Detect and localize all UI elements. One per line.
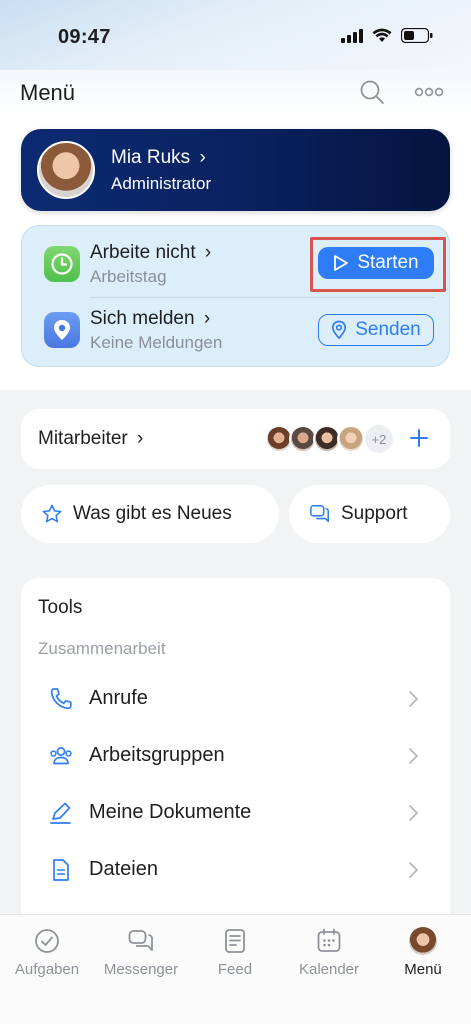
chevron-right-icon <box>409 691 418 707</box>
tab-label: Kalender <box>298 961 360 978</box>
status-time: 09:47 <box>58 26 111 48</box>
battery-icon <box>401 28 433 43</box>
group-icon <box>50 747 72 765</box>
header: Menü <box>0 72 471 116</box>
more-icon[interactable] <box>414 80 444 104</box>
workday-card: Arbeite nicht › Arbeitstag Starten Sich … <box>21 225 450 367</box>
page-title: Menü <box>20 80 76 105</box>
calendar-icon <box>317 928 341 952</box>
phone-icon <box>50 688 72 710</box>
chevron-right-icon <box>409 862 418 878</box>
feed-icon <box>225 929 245 953</box>
tab-label: Feed <box>217 961 253 978</box>
divider <box>90 297 435 298</box>
chevron-right-icon <box>409 748 418 764</box>
tools-section-label: Zusammenarbeit <box>38 639 166 658</box>
staff-card[interactable]: Mitarbeiter › +2 <box>21 409 450 469</box>
tab-menu[interactable]: Menü <box>376 927 470 978</box>
tab-calendar[interactable]: Kalender <box>282 927 376 978</box>
file-icon <box>53 859 69 881</box>
tab-feed[interactable]: Feed <box>188 927 282 978</box>
tool-label: Meine Dokumente <box>89 801 252 823</box>
profile-role: Administrator <box>111 174 212 193</box>
status-icons <box>341 28 433 43</box>
tab-messenger[interactable]: Messenger <box>94 927 188 978</box>
workday-status-sub: Arbeitstag <box>90 267 167 286</box>
support-chat-icon <box>310 504 330 523</box>
tool-label: Anrufe <box>89 687 148 709</box>
chat-icon <box>128 930 153 951</box>
status-bar: 09:47 <box>0 0 471 72</box>
support-content: Support <box>309 485 408 543</box>
check-circle-icon <box>35 929 59 953</box>
chevron-right-icon: › <box>204 242 212 263</box>
report-title[interactable]: Sich melden › <box>90 308 210 330</box>
news-label: Was gibt es Neues <box>73 503 232 524</box>
chevron-right-icon: › <box>199 147 206 168</box>
chevron-right-icon <box>409 805 418 821</box>
news-button[interactable]: Was gibt es Neues <box>21 485 279 543</box>
tool-label: Dateien <box>89 858 158 880</box>
location-icon <box>332 320 347 340</box>
avatar-icon <box>409 927 437 955</box>
tool-item-workgroups[interactable]: Arbeitsgruppen <box>21 731 450 781</box>
tab-label: Messenger <box>103 961 179 978</box>
news-content: Was gibt es Neues <box>41 485 232 543</box>
report-sub: Keine Meldungen <box>90 333 223 352</box>
support-button[interactable]: Support <box>289 485 450 543</box>
avatar <box>37 141 95 199</box>
workday-status-title[interactable]: Arbeite nicht › <box>90 242 211 264</box>
tab-label: Aufgaben <box>14 961 80 978</box>
profile-card[interactable]: Mia Ruks › Administrator <box>21 129 450 211</box>
tool-label: Arbeitsgruppen <box>89 744 225 766</box>
wifi-icon <box>372 28 392 42</box>
profile-name: Mia Ruks <box>111 147 191 168</box>
tools-title: Tools <box>38 597 83 618</box>
tab-tasks[interactable]: Aufgaben <box>0 927 94 978</box>
clock-icon <box>44 246 80 282</box>
signal-icon <box>341 28 363 43</box>
chevron-right-icon: › <box>137 428 144 449</box>
tool-item-my-documents[interactable]: Meine Dokumente <box>21 788 450 838</box>
tool-item-files[interactable]: Dateien <box>21 845 450 895</box>
highlight-box <box>310 237 446 292</box>
more-count-badge: +2 <box>365 425 393 453</box>
send-button[interactable]: Senden <box>318 314 434 346</box>
search-icon[interactable] <box>358 78 386 106</box>
tools-card: Tools Zusammenarbeit Anrufe Arbeitsgrupp… <box>21 578 450 914</box>
avatar <box>337 425 365 453</box>
support-label: Support <box>341 503 408 524</box>
staff-label: Mitarbeiter › <box>38 428 144 449</box>
chevron-right-icon: › <box>203 308 211 329</box>
tab-bar: Aufgaben Messenger Feed Kalender Menü <box>0 914 471 1024</box>
profile-name-row: Mia Ruks › <box>111 147 206 169</box>
pen-icon <box>50 802 71 824</box>
plus-icon[interactable] <box>406 425 432 451</box>
star-icon <box>42 504 62 523</box>
send-label: Senden <box>355 319 421 340</box>
tool-item-calls[interactable]: Anrufe <box>21 674 450 724</box>
location-pin-icon <box>44 312 80 348</box>
tab-label: Menü <box>404 961 442 978</box>
